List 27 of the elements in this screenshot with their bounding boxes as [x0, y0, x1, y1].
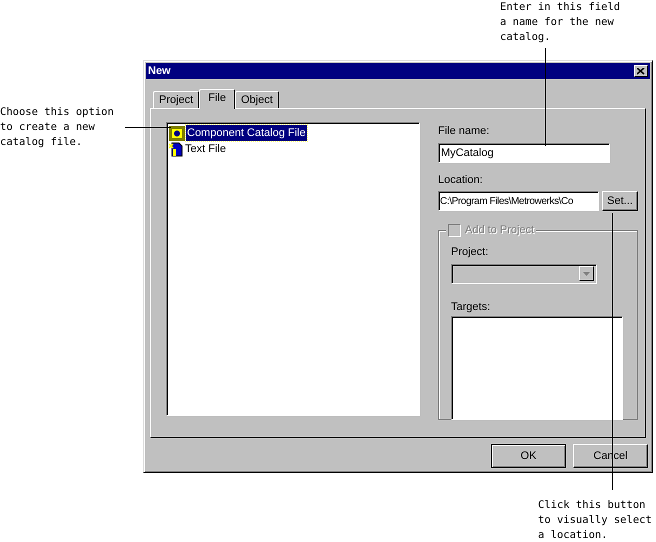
leader-line — [125, 127, 171, 128]
dialog-button[interactable]: OK — [491, 444, 566, 468]
field-label: Location: — [438, 172, 484, 188]
text-file-icon — [169, 142, 183, 156]
tab[interactable]: Project — [153, 91, 200, 108]
field-label: Targets: — [451, 300, 492, 314]
close-icon — [637, 68, 645, 74]
callout-text: Enter in this field a name for the new catalog. — [500, 0, 622, 45]
targets-list[interactable] — [451, 316, 623, 420]
tab[interactable]: File — [199, 89, 235, 109]
caret-icon — [583, 272, 590, 276]
file-name-field[interactable]: MyCatalog — [438, 142, 610, 162]
catalog-icon — [169, 126, 185, 140]
location-field[interactable]: C:\Program Files\Metrowerks\Co — [438, 191, 599, 211]
list-item[interactable]: Text File — [184, 140, 227, 158]
callout-text: Click this button to visually select a location. — [538, 498, 653, 542]
project-dropdown[interactable] — [451, 264, 597, 284]
field-label: Project: — [451, 245, 490, 260]
list-item[interactable]: Component Catalog File — [186, 124, 307, 142]
dropdown-button[interactable] — [579, 266, 594, 281]
set-button[interactable]: Set... — [602, 191, 638, 211]
callout-text: Choose this option to create a new catalog file. — [0, 105, 115, 150]
field-label: File name: — [438, 124, 490, 139]
tab[interactable]: Object — [234, 91, 279, 108]
close-button[interactable] — [634, 65, 648, 77]
window-title: New — [148, 64, 171, 79]
checkbox-label: Add to Project — [465, 223, 534, 238]
